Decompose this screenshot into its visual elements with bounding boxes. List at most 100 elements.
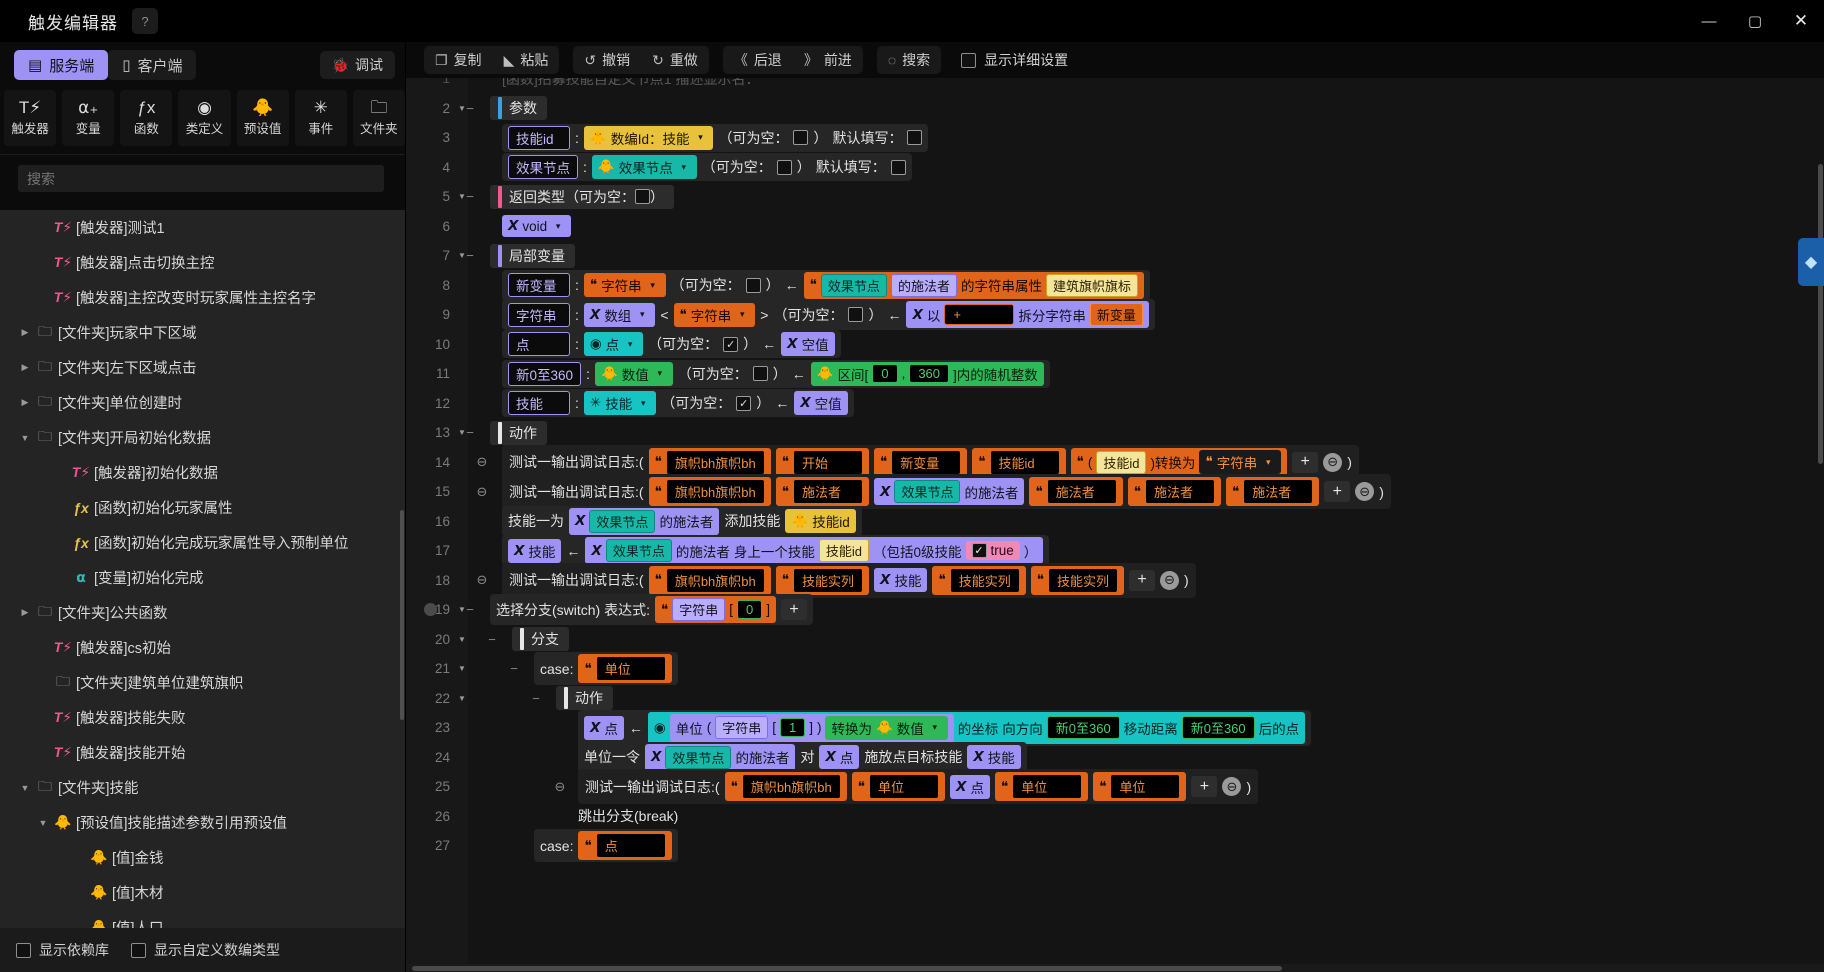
- collapse-minus-icon[interactable]: ⊖: [476, 484, 488, 500]
- collapse-minus-icon[interactable]: −: [464, 602, 476, 617]
- caster-expression-chip[interactable]: 𝙓 效果节点 的施法者 身上一个技能 技能id （包括0级技能 ✓ true）: [585, 537, 1044, 565]
- chevron-toggle-icon[interactable]: ▶: [18, 362, 32, 373]
- chevron-toggle-icon[interactable]: ▶: [18, 607, 32, 618]
- unit-conversion-chip[interactable]: 单位(字符串[1]) 转换为 🐥 数值 ▾: [669, 713, 954, 742]
- generic-type-chip[interactable]: ❝ 字符串 ▾: [673, 302, 756, 327]
- search-input[interactable]: [18, 165, 384, 192]
- chevron-down-icon[interactable]: ▾: [693, 129, 707, 147]
- null-value-chip[interactable]: 𝙓 空值: [781, 332, 835, 357]
- nullable-checkbox[interactable]: ✓: [723, 336, 739, 352]
- effect-node-slot[interactable]: 效果节点: [665, 745, 732, 769]
- string-variable-slot[interactable]: 字符串: [672, 598, 726, 622]
- chevron-toggle-icon[interactable]: ▼: [18, 433, 32, 443]
- help-icon[interactable]: ?: [132, 8, 158, 34]
- log-argument-input[interactable]: 旗帜bh旗帜bh: [665, 567, 765, 593]
- tree-item[interactable]: 🐥 [值]木材: [0, 875, 405, 910]
- chevron-toggle-icon[interactable]: ▶: [18, 397, 32, 408]
- log-argument-chip[interactable]: ❝ 开始: [775, 447, 870, 477]
- code-area[interactable]: 1 [函数]招募技能自定义节点1 描述显示名： 2 ▼ − 参数 3 技能id : 🐥 数编Id…: [406, 78, 1824, 972]
- section-header[interactable]: 参数: [490, 96, 547, 121]
- chevron-down-icon[interactable]: ▾: [636, 394, 650, 412]
- footer-checkbox[interactable]: 显示依赖库: [16, 940, 109, 960]
- vtab-event-icon[interactable]: ✳ 事件: [294, 90, 347, 146]
- add-argument-button[interactable]: +: [1191, 776, 1218, 798]
- add-argument-button[interactable]: +: [1324, 481, 1351, 503]
- nullable-checkbox[interactable]: [848, 307, 864, 323]
- log-argument-input[interactable]: 旗帜bh旗帜bh: [665, 479, 765, 505]
- chevron-down-icon[interactable]: ▾: [623, 335, 637, 353]
- convert-target-chip[interactable]: ❝ 字符串 ▾: [1199, 450, 1282, 475]
- convert-to-number-chip[interactable]: 转换为 🐥 数值 ▾: [825, 715, 948, 740]
- chevron-down-icon[interactable]: ▾: [653, 365, 667, 383]
- log-argument-input[interactable]: 单位: [1012, 774, 1083, 800]
- collapse-minus-icon[interactable]: −: [464, 425, 476, 440]
- editor-horizontal-scrollbar[interactable]: [406, 964, 1824, 972]
- add-argument-button[interactable]: +: [1129, 569, 1156, 591]
- toolbar-redo-button[interactable]: ↻ 重做: [641, 46, 709, 74]
- chevron-toggle-icon[interactable]: ▶: [18, 327, 32, 338]
- editor-vertical-scrollbar[interactable]: [1817, 78, 1824, 972]
- toolbar-chevron-double-right-button[interactable]: 》前进: [793, 46, 863, 74]
- variable-name-field[interactable]: 新0至360: [508, 361, 582, 386]
- remove-argument-button[interactable]: ⊖: [1323, 452, 1343, 472]
- fold-caret-icon[interactable]: ▼: [456, 664, 468, 673]
- vtab-preset-icon[interactable]: 🐥 预设值: [236, 90, 289, 146]
- log-argument-input[interactable]: 施法者: [1243, 479, 1314, 505]
- nullable-checkbox[interactable]: ✓: [736, 395, 752, 411]
- log-argument-chip[interactable]: ❝ 旗帜bh旗帜bh: [648, 565, 771, 595]
- boolean-chip[interactable]: ✓ true: [965, 541, 1020, 561]
- tab-client[interactable]: ▯ 客户端: [108, 50, 197, 80]
- code-editor[interactable]: 1 [函数]招募技能自定义节点1 描述显示名： 2 ▼ − 参数 3 技能id : 🐥 数编Id…: [406, 78, 1824, 972]
- editor-vscroll-thumb[interactable]: [1818, 164, 1823, 464]
- remove-argument-button[interactable]: ⊖: [1355, 482, 1375, 502]
- expression-wrapper[interactable]: 𝙓 以 + 拆分字符串 新变量: [906, 301, 1149, 329]
- log-argument-chip[interactable]: ❝ 旗帜bh旗帜bh: [648, 477, 771, 507]
- close-button[interactable]: ✕: [1778, 0, 1824, 42]
- vtab-variable-icon[interactable]: ⍺₊ 变量: [62, 90, 115, 146]
- effect-node-slot[interactable]: 效果节点: [820, 273, 887, 297]
- fold-caret-icon[interactable]: ▼: [456, 694, 468, 703]
- log-argument-chip[interactable]: ❝ 施法者: [1127, 477, 1221, 507]
- vtab-folder-icon[interactable]: 🗀 文件夹: [352, 90, 405, 146]
- tree-item[interactable]: T⚡ [触发器]技能开始: [0, 735, 405, 770]
- tree-item[interactable]: T⚡ [触发器]测试1: [0, 210, 405, 245]
- tree-item[interactable]: 🐥 [值]金钱: [0, 840, 405, 875]
- skill-chip[interactable]: 𝙓 技能: [967, 745, 1021, 770]
- parameter-name-field[interactable]: 技能id: [508, 125, 570, 150]
- default-checkbox[interactable]: [890, 159, 906, 175]
- collapse-minus-icon[interactable]: −: [464, 189, 476, 204]
- case-value-chip[interactable]: ❝ 单位: [578, 654, 672, 684]
- checkbox-box[interactable]: [16, 942, 31, 958]
- log-argument-chip[interactable]: ❝ 技能实列: [775, 565, 870, 595]
- log-argument-chip[interactable]: ❝ 单位: [851, 772, 946, 802]
- collapse-minus-icon[interactable]: −: [508, 661, 520, 676]
- variable-name-field[interactable]: 新变量: [508, 273, 570, 298]
- effect-node-slot[interactable]: 效果节点: [605, 539, 672, 563]
- chevron-down-icon[interactable]: ▾: [635, 306, 649, 324]
- collapse-minus-icon[interactable]: −: [486, 632, 498, 647]
- point-variable-chip[interactable]: 𝙓 点: [584, 715, 624, 740]
- default-checkbox[interactable]: [907, 130, 923, 146]
- tree-item[interactable]: T⚡ [触发器]初始化数据: [0, 455, 405, 490]
- log-argument-input[interactable]: 技能实列: [949, 567, 1020, 593]
- range-min-input[interactable]: 0: [872, 364, 898, 384]
- section-header[interactable]: 分支: [512, 627, 569, 652]
- expression-wrapper[interactable]: ❝ 效果节点 的施法者 的字符串属性 建筑旗帜旗标: [803, 271, 1144, 299]
- distance-value-slot[interactable]: 新0至360: [1181, 716, 1255, 740]
- toolbar-chevron-double-left-button[interactable]: 《后退: [723, 46, 793, 74]
- checkbox-box[interactable]: ✓: [971, 543, 987, 559]
- chevron-down-icon[interactable]: ▾: [551, 217, 565, 235]
- nullable-checkbox[interactable]: [745, 277, 761, 293]
- chevron-down-icon[interactable]: ▾: [1261, 453, 1275, 471]
- remove-argument-button[interactable]: ⊖: [1160, 570, 1180, 590]
- toolbar-undo-button[interactable]: ↺ 撤销: [573, 46, 641, 74]
- log-argument-chip[interactable]: ❝ 新变量: [874, 447, 968, 477]
- effect-node-slot[interactable]: 效果节点: [589, 509, 656, 533]
- nested-variable-chip[interactable]: 𝙓 点: [950, 774, 990, 799]
- chevron-toggle-icon[interactable]: ▼: [36, 818, 50, 828]
- show-detail-settings-checkbox[interactable]: 显示详细设置: [961, 50, 1068, 70]
- trigger-tree[interactable]: T⚡ [触发器]测试1 T⚡ [触发器]点击切换主控 T⚡ [触发器]主控改变时玩家属性主…: [0, 210, 405, 928]
- log-argument-chip[interactable]: ❝ 施法者: [1029, 477, 1123, 507]
- return-type-chip[interactable]: 𝙓 void ▾: [502, 215, 572, 238]
- add-case-button[interactable]: +: [781, 599, 808, 621]
